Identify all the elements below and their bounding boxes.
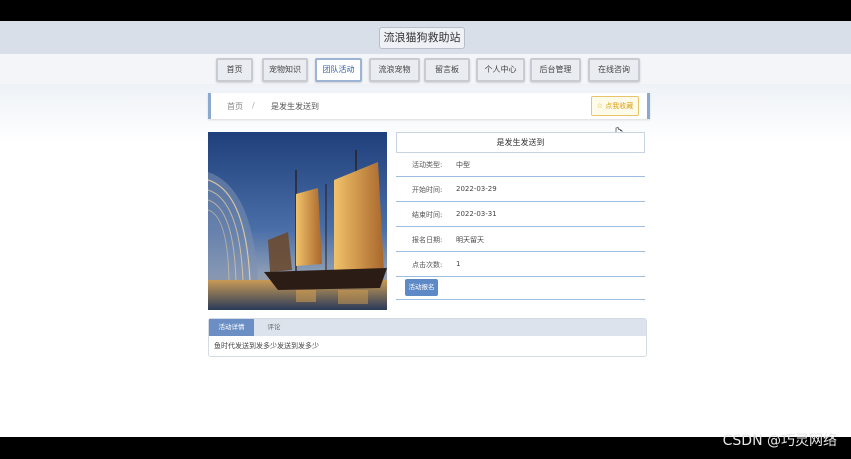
info-row-click-count: 点击次数: 1 (396, 252, 645, 277)
info-value: 2022-03-31 (456, 210, 497, 218)
info-label: 报名日期: (412, 236, 443, 244)
info-label: 点击次数: (412, 261, 443, 269)
info-row-signup-date: 报名日期: 明天留天 (396, 227, 645, 252)
csdn-watermark: CSDN @巧灵网络 (722, 433, 837, 449)
tab-comments[interactable]: 评论 (254, 319, 294, 336)
main-nav: 首页 宠物知识 团队活动 流浪宠物 留言板 个人中心 后台管理 在线咨询 (0, 54, 851, 84)
nav-stray-pets[interactable]: 流浪宠物 (369, 58, 420, 82)
breadcrumb-home-link[interactable]: 首页 (227, 101, 243, 112)
info-label: 开始时间: (412, 186, 443, 194)
favorite-button[interactable]: ☆ 点我收藏 (591, 96, 639, 116)
info-value: 中型 (456, 161, 470, 169)
breadcrumb-current: 是发生发送到 (271, 102, 319, 111)
info-row-start-time: 开始时间: 2022-03-29 (396, 177, 645, 202)
site-title: 流浪猫狗救助站 (379, 27, 465, 49)
signup-button[interactable]: 活动报名 (405, 279, 438, 296)
detail-tabs: 活动详情 评论 鱼时代发送到发多少发送到发多少 (208, 318, 647, 357)
info-row-type: 活动类型: 中型 (396, 152, 645, 177)
tab-activity-details[interactable]: 活动详情 (209, 319, 254, 336)
nav-online-consult[interactable]: 在线咨询 (588, 58, 640, 82)
activity-info-panel: 是发生发送到 活动类型: 中型 开始时间: 2022-03-29 结束时间: 2… (396, 132, 645, 300)
nav-admin[interactable]: 后台管理 (530, 58, 581, 82)
tab-strip: 活动详情 评论 (209, 319, 646, 336)
divider (396, 299, 645, 300)
nav-pet-knowledge[interactable]: 宠物知识 (262, 58, 308, 82)
info-row-end-time: 结束时间: 2022-03-31 (396, 202, 645, 227)
tab-content-text: 鱼时代发送到发多少发送到发多少 (214, 342, 319, 350)
info-label: 结束时间: (412, 211, 443, 219)
info-value: 2022-03-29 (456, 185, 497, 193)
activity-photo (208, 132, 387, 310)
browser-viewport: 流浪猫狗救助站 首页 宠物知识 团队活动 流浪宠物 留言板 个人中心 后台管理 … (0, 21, 851, 437)
header-band: 流浪猫狗救助站 (0, 21, 851, 54)
nav-team-activity[interactable]: 团队活动 (315, 58, 362, 82)
nav-message-board[interactable]: 留言板 (424, 58, 470, 82)
breadcrumb-separator: / (252, 101, 255, 110)
breadcrumb: 首页 / 是发生发送到 ☆ 点我收藏 (208, 93, 650, 119)
info-value: 明天留天 (456, 236, 484, 244)
info-value: 1 (456, 260, 461, 268)
nav-personal-center[interactable]: 个人中心 (476, 58, 525, 82)
activity-title: 是发生发送到 (396, 132, 645, 153)
info-label: 活动类型: (412, 161, 443, 169)
nav-home[interactable]: 首页 (216, 58, 253, 82)
